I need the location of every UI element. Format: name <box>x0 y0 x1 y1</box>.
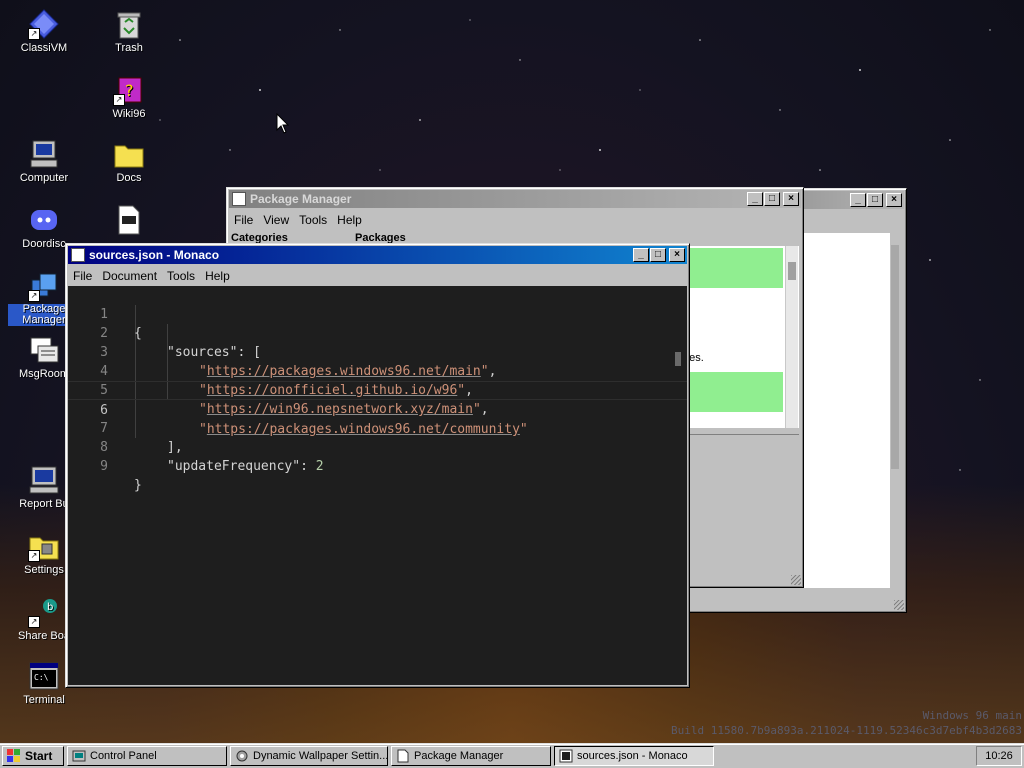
resize-grip[interactable] <box>894 600 904 610</box>
monaco-editor-icon <box>559 749 573 763</box>
icon-label: ClassiVM <box>20 42 68 54</box>
menu-help[interactable]: Help <box>200 269 235 283</box>
maximize-button[interactable]: □ <box>764 192 780 206</box>
taskbar-item-control-panel[interactable]: Control Panel <box>67 746 227 766</box>
control-panel-icon <box>72 750 86 762</box>
menu-document[interactable]: Document <box>97 269 162 283</box>
package-list[interactable]: ges. <box>683 246 799 428</box>
document-icon <box>397 749 409 763</box>
package-manager-icon: ↗ <box>28 270 60 302</box>
discord-icon <box>28 204 60 236</box>
minimize-button[interactable]: _ <box>747 192 763 206</box>
icon-label: Wiki96 <box>112 108 146 120</box>
computer-icon <box>28 138 60 170</box>
settings-gear-icon <box>236 750 248 762</box>
close-button[interactable]: × <box>886 193 902 207</box>
editor-scroll-marker[interactable] <box>675 352 681 366</box>
back-window-scrollbar[interactable] <box>891 245 899 469</box>
package-row[interactable] <box>683 372 783 412</box>
window-title: sources.json - Monaco <box>89 248 220 262</box>
code-line: 3 "https://packages.windows96.net/main", <box>100 345 497 379</box>
desktop-icon-media[interactable] <box>93 204 165 238</box>
code-line: 4 "https://onofficiel.github.io/w96", <box>100 364 473 398</box>
terminal-icon: C:\ <box>28 660 60 692</box>
document-icon <box>71 248 85 262</box>
build-watermark-line1: Windows 96 main <box>922 709 1022 722</box>
close-button[interactable]: × <box>783 192 799 206</box>
package-list-scrollbar[interactable] <box>785 246 798 428</box>
scroll-thumb[interactable] <box>788 262 796 280</box>
code-line-current: 6 "https://packages.windows96.net/commun… <box>68 381 687 437</box>
code-line: 2 "sources": [ <box>100 326 261 360</box>
clock[interactable]: 10:26 <box>976 746 1022 766</box>
minimize-button[interactable]: _ <box>633 248 649 262</box>
maximize-button[interactable]: □ <box>867 193 883 207</box>
classivm-icon: ↗ <box>28 8 60 40</box>
minimize-button[interactable]: _ <box>850 193 866 207</box>
mouse-cursor-icon <box>276 113 290 134</box>
menu-file[interactable]: File <box>68 269 97 283</box>
menu-tools[interactable]: Tools <box>294 213 332 227</box>
taskbar-item-package-manager[interactable]: Package Manager <box>391 746 551 766</box>
taskbar-item-monaco[interactable]: sources.json - Monaco <box>554 746 714 766</box>
desktop-icon-classivm[interactable]: ↗ ClassiVM <box>8 8 80 54</box>
code-editor[interactable]: 1 { 2 "sources": [ 3 "https://packages.w… <box>68 286 687 685</box>
menu-file[interactable]: File <box>229 213 258 227</box>
folder-icon <box>113 138 145 170</box>
icon-label: Computer <box>19 172 69 184</box>
window-title: Package Manager <box>250 192 352 206</box>
menubar: File Document Tools Help <box>66 266 689 286</box>
icon-label: Terminal <box>23 694 65 706</box>
report-bug-icon <box>28 464 60 496</box>
windows-logo-icon <box>7 749 20 762</box>
settings-icon: ↗ <box>28 530 60 562</box>
taskbar-item-dynamic-wallpaper[interactable]: Dynamic Wallpaper Settin... <box>230 746 388 766</box>
package-manager-titlebar[interactable]: Package Manager _ □ × <box>229 190 801 208</box>
menu-tools[interactable]: Tools <box>162 269 200 283</box>
editor-titlebar[interactable]: sources.json - Monaco _ □ × <box>68 246 687 264</box>
menu-help[interactable]: Help <box>332 213 367 227</box>
monaco-editor-window[interactable]: sources.json - Monaco _ □ × File Documen… <box>65 243 690 688</box>
details-pane <box>683 434 799 565</box>
menubar: File View Tools Help <box>227 210 803 230</box>
icon-label: Docs <box>116 172 142 184</box>
wiki-book-icon: ? ↗ <box>113 74 145 106</box>
back-window-content <box>790 233 890 588</box>
desktop-icon-wiki96[interactable]: ? ↗ Wiki96 <box>93 74 165 120</box>
icon-label: Trash <box>115 42 143 54</box>
close-button[interactable]: × <box>669 248 685 262</box>
media-file-icon <box>113 204 145 236</box>
svg-text:C:\: C:\ <box>34 673 49 682</box>
desktop-icon-docs[interactable]: Docs <box>93 138 165 184</box>
package-icon <box>232 192 246 206</box>
svg-text:?: ? <box>125 81 134 100</box>
svg-text:b: b <box>47 602 53 613</box>
code-line: 5 "https://win96.nepsnetwork.xyz/main", <box>100 383 489 417</box>
code-line: 7 ], <box>100 421 183 455</box>
resize-grip[interactable] <box>791 575 801 585</box>
msgroom-icon <box>28 334 60 366</box>
code-line: 9 } <box>100 459 142 493</box>
build-watermark-line2: Build 11580.7b9a893a.211024-1119.52346c3… <box>671 724 1022 737</box>
code-line: 8 "updateFrequency": 2 <box>100 440 324 474</box>
desktop-icon-trash[interactable]: Trash <box>93 8 165 54</box>
trash-icon <box>113 8 145 40</box>
start-button[interactable]: Start <box>2 746 64 766</box>
share-board-icon: b ↗ <box>28 596 60 628</box>
menu-view[interactable]: View <box>258 213 294 227</box>
desktop-icon-computer[interactable]: Computer <box>8 138 80 184</box>
taskbar: Start Control Panel Dynamic Wallpaper Se… <box>0 743 1024 768</box>
package-row[interactable] <box>683 248 783 288</box>
maximize-button[interactable]: □ <box>650 248 666 262</box>
code-line: 1 { <box>100 307 142 341</box>
